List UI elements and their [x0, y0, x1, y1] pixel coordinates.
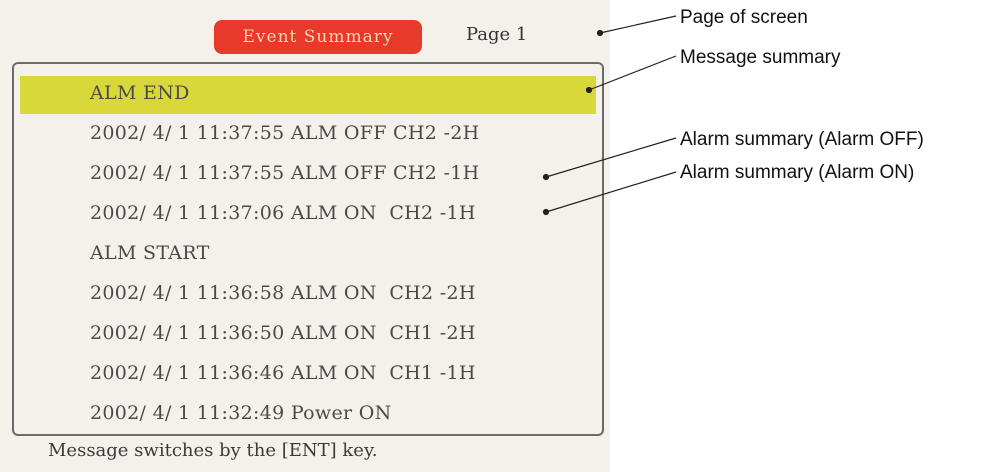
annotation-alarm-on: Alarm summary (Alarm ON) — [680, 162, 915, 183]
callout-message-line — [588, 55, 677, 91]
callout-message-dot — [585, 86, 593, 94]
annotation-alarm-off: Alarm summary (Alarm OFF) — [680, 129, 924, 150]
annotation-page-of-screen: Page of screen — [680, 7, 808, 28]
callout-alarm-off-line — [545, 137, 677, 178]
callout-page-line — [599, 15, 677, 34]
callout-page-dot — [596, 29, 604, 37]
annotation-message-summary: Message summary — [680, 47, 841, 68]
callout-lines — [542, 15, 677, 216]
callout-alarm-on-line — [545, 171, 677, 213]
callout-alarm-on-dot — [542, 208, 550, 216]
callout-alarm-off-dot — [542, 173, 550, 181]
